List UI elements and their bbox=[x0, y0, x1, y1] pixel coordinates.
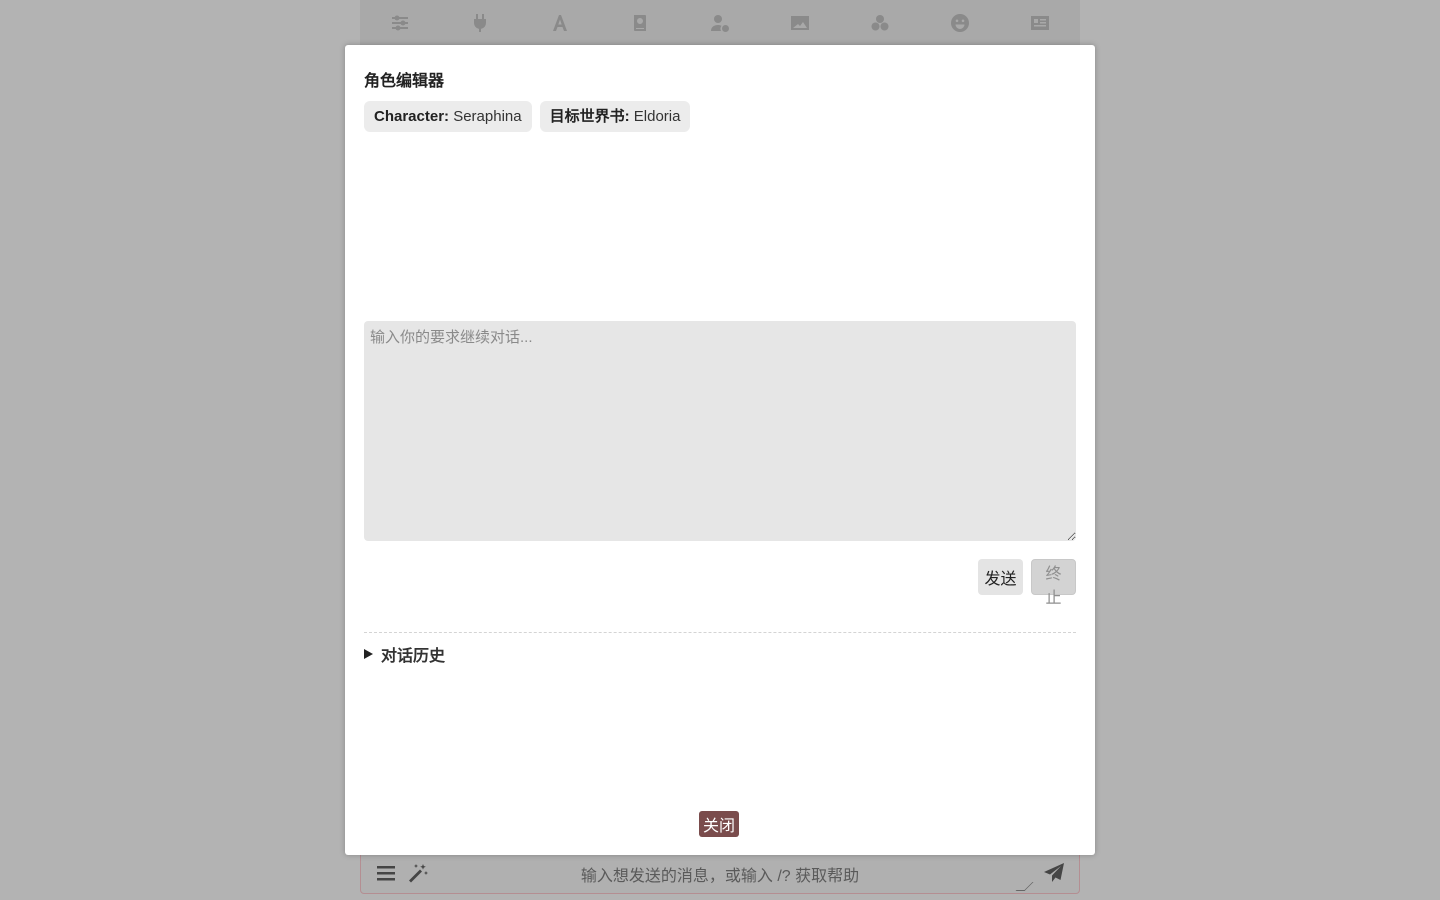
font-icon[interactable] bbox=[550, 13, 570, 33]
plug-icon[interactable] bbox=[470, 13, 490, 33]
character-editor-dialog: 角色编辑器 Character: Seraphina 目标世界书: Eldori… bbox=[345, 45, 1095, 855]
worldbook-chip-label: 目标世界书: bbox=[549, 108, 630, 125]
id-card-icon[interactable] bbox=[1030, 13, 1050, 33]
book-icon[interactable] bbox=[630, 13, 650, 33]
worldbook-chip: 目标世界书: Eldoria bbox=[539, 101, 691, 132]
stop-button[interactable]: 终止 bbox=[1031, 559, 1076, 607]
dialog-title: 角色编辑器 bbox=[364, 73, 445, 90]
prompt-input[interactable] bbox=[364, 321, 1076, 541]
top-toolbar bbox=[360, 0, 1080, 47]
disclosure-triangle-icon bbox=[364, 649, 373, 659]
history-toggle[interactable]: 对话历史 bbox=[364, 642, 445, 666]
sliders-icon[interactable] bbox=[390, 13, 410, 33]
history-label: 对话历史 bbox=[381, 648, 446, 665]
character-chip: Character: Seraphina bbox=[364, 101, 532, 132]
send-message-icon[interactable] bbox=[1043, 862, 1065, 889]
cubes-icon[interactable] bbox=[870, 13, 890, 33]
smile-icon[interactable] bbox=[950, 13, 970, 33]
close-button[interactable]: 关闭 bbox=[699, 811, 740, 837]
context-chips: Character: Seraphina 目标世界书: Eldoria bbox=[364, 101, 691, 132]
character-chip-label: Character: bbox=[374, 108, 450, 125]
character-chip-value: Seraphina bbox=[453, 108, 522, 125]
chat-input-field[interactable]: 输入想发送的消息，或输入 /? 获取帮助 bbox=[361, 862, 1079, 886]
send-button[interactable]: 发送 bbox=[978, 559, 1023, 595]
user-gear-icon[interactable] bbox=[710, 13, 730, 33]
section-divider bbox=[364, 632, 1076, 633]
worldbook-chip-value: Eldoria bbox=[633, 108, 681, 125]
image-icon[interactable] bbox=[790, 13, 810, 33]
